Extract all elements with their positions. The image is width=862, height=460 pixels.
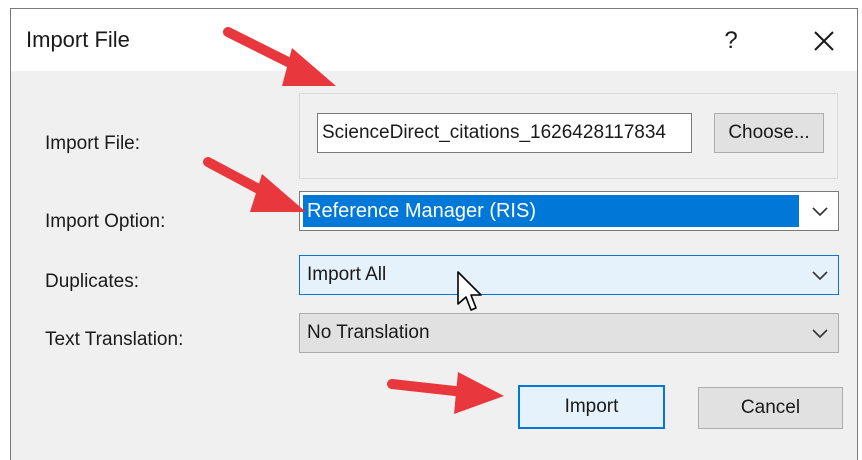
import-button[interactable]: Import <box>518 385 665 429</box>
text-translation-selected-value: No Translation <box>307 322 430 343</box>
red-arrow-icon <box>387 372 504 414</box>
text-translation-label: Text Translation: <box>45 329 184 350</box>
chevron-down-icon <box>812 271 828 281</box>
duplicates-selected-value: Import All <box>307 264 387 285</box>
red-arrow-icon <box>203 157 306 212</box>
chevron-down-icon <box>812 207 828 217</box>
import-file-label: Import File: <box>45 133 141 154</box>
mouse-cursor-icon <box>457 271 482 311</box>
help-icon[interactable]: ? <box>711 21 751 61</box>
duplicates-dropdown[interactable]: Import All <box>299 255 839 295</box>
duplicates-label: Duplicates: <box>45 271 139 292</box>
choose-button[interactable]: Choose... <box>714 113 824 153</box>
cancel-button[interactable]: Cancel <box>698 387 843 429</box>
import-file-path-input[interactable] <box>317 113 692 153</box>
red-arrow-icon <box>223 27 336 86</box>
close-icon[interactable] <box>804 21 844 61</box>
import-option-selected-value: Reference Manager (RIS) <box>303 195 799 227</box>
import-option-dropdown[interactable]: Reference Manager (RIS) <box>299 191 839 231</box>
chevron-down-icon <box>812 329 828 339</box>
screen: Import File ? Import File: Choose... Imp… <box>0 0 862 460</box>
text-translation-dropdown[interactable]: No Translation <box>299 313 839 353</box>
dialog-title: Import File <box>26 27 130 52</box>
import-option-label: Import Option: <box>45 211 166 232</box>
title-bar: Import File ? <box>11 9 857 71</box>
